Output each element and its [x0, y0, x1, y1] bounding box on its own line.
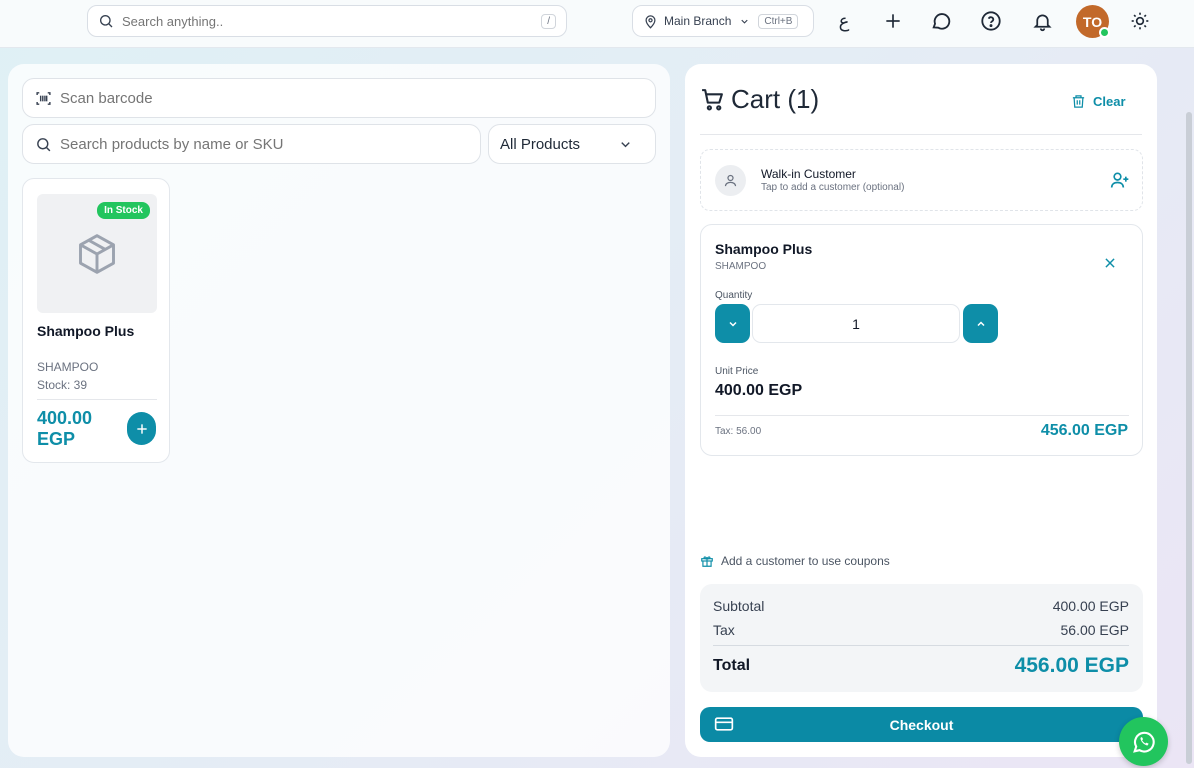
cart-panel: Cart (1) Clear Walk-in Customer Tap to a…	[685, 64, 1157, 757]
chevron-up-icon	[976, 320, 985, 326]
add-customer-button[interactable]	[1110, 170, 1130, 195]
user-avatar[interactable]: TO	[1076, 5, 1110, 38]
product-search-field[interactable]	[22, 124, 481, 164]
product-name: Shampoo Plus	[37, 323, 135, 339]
subtotal-label: Subtotal	[713, 598, 765, 614]
unit-price-value: 400.00 EGP	[715, 382, 803, 399]
branch-shortcut-hint: Ctrl+B	[758, 13, 799, 29]
clear-cart-label: Clear	[1093, 94, 1126, 109]
notifications-button[interactable]	[1029, 8, 1055, 34]
messages-button[interactable]	[928, 8, 954, 34]
product-filter-select[interactable]: All Products	[488, 124, 656, 164]
theme-toggle[interactable]	[1127, 8, 1153, 34]
tax-label: Tax	[713, 622, 735, 638]
subtotal-row: Subtotal 400.00 EGP	[713, 598, 1129, 614]
quantity-increase-button[interactable]	[963, 304, 998, 343]
quantity-input[interactable]	[752, 304, 960, 343]
product-card[interactable]: In Stock Shampoo Plus SHAMPOO Stock: 39 …	[22, 178, 170, 463]
divider	[715, 415, 1129, 416]
subtotal-value: 400.00 EGP	[1052, 598, 1129, 614]
search-icon	[100, 15, 113, 28]
plus-icon	[886, 14, 900, 28]
coupon-hint: Add a customer to use coupons	[700, 554, 890, 568]
credit-card-icon	[714, 717, 734, 731]
clear-cart-button[interactable]: Clear	[1071, 94, 1126, 109]
cart-item-total: 456.00 EGP	[1040, 422, 1128, 439]
search-shortcut-hint: /	[541, 13, 556, 29]
cart-header: Cart (1)	[700, 84, 819, 115]
avatar-initials: TO	[1082, 13, 1103, 30]
remove-item-button[interactable]	[1103, 256, 1117, 275]
cart-title: Cart (1)	[731, 84, 820, 114]
location-pin-icon	[645, 14, 656, 29]
global-search[interactable]: /	[87, 5, 567, 37]
cart-item-tax: Tax: 56.00	[715, 426, 762, 437]
tax-row: Tax 56.00 EGP	[713, 622, 1129, 638]
chevron-down-icon	[728, 321, 737, 327]
quantity-decrease-button[interactable]	[715, 304, 750, 343]
barcode-scan-field[interactable]	[22, 78, 656, 118]
whatsapp-icon	[1132, 731, 1155, 753]
search-icon	[37, 137, 51, 151]
barcode-input[interactable]	[60, 89, 655, 107]
product-price: 400.00 EGP	[37, 408, 93, 449]
help-button[interactable]	[978, 8, 1004, 34]
filter-selected-value: All Products	[500, 135, 581, 153]
cart-item-sku: SHAMPOO	[715, 261, 767, 272]
close-icon	[1105, 258, 1115, 268]
shopping-cart-icon	[702, 89, 723, 111]
total-label: Total	[713, 657, 751, 674]
products-panel: All Products In Stock Shampoo Plus SHAMP…	[8, 64, 670, 757]
language-toggle[interactable]: ع	[831, 8, 857, 34]
checkout-label: Checkout	[889, 716, 954, 733]
user-plus-icon	[1110, 172, 1129, 188]
add-to-cart-button[interactable]	[127, 412, 156, 445]
branch-selector[interactable]: Main Branch Ctrl+B	[632, 5, 814, 37]
tax-value: 56.00 EGP	[1060, 622, 1130, 638]
trash-icon	[1072, 95, 1085, 108]
product-stock: Stock: 39	[37, 378, 88, 392]
customer-name: Walk-in Customer	[761, 167, 856, 181]
barcode-scan-icon	[36, 91, 51, 105]
total-row: Total 456.00 EGP	[713, 654, 1129, 678]
divider	[37, 399, 157, 400]
coupon-hint-text: Add a customer to use coupons	[721, 554, 890, 568]
customer-hint: Tap to add a customer (optional)	[761, 182, 905, 193]
product-search-input[interactable]	[60, 135, 480, 153]
gift-icon	[701, 556, 713, 567]
cart-item-name: Shampoo Plus	[715, 241, 813, 257]
package-icon	[79, 233, 115, 274]
whatsapp-chat-button[interactable]	[1119, 717, 1168, 766]
chevron-down-icon	[621, 141, 630, 147]
customer-avatar	[715, 165, 746, 196]
sun-icon	[1131, 12, 1149, 30]
top-bar: / Main Branch Ctrl+B ع TO	[0, 0, 1194, 48]
customer-selector[interactable]: Walk-in Customer Tap to add a customer (…	[700, 149, 1143, 211]
cart-item: Shampoo Plus SHAMPOO Quantity Unit Price…	[700, 224, 1143, 456]
unit-price-label: Unit Price	[715, 366, 759, 377]
add-button[interactable]	[880, 8, 906, 34]
chevron-down-icon	[741, 19, 749, 24]
total-value: 456.00 EGP	[1014, 654, 1129, 677]
divider	[700, 134, 1142, 135]
user-icon	[724, 174, 737, 187]
product-sku: SHAMPOO	[37, 360, 99, 374]
quantity-label: Quantity	[715, 290, 753, 301]
order-summary: Subtotal 400.00 EGP Tax 56.00 EGP Total …	[700, 584, 1143, 692]
chat-bubble-icon	[932, 13, 951, 30]
divider	[713, 645, 1129, 646]
checkout-button[interactable]: Checkout	[700, 707, 1143, 742]
product-image-placeholder: In Stock	[37, 194, 157, 313]
online-status-dot	[1099, 27, 1110, 38]
page-scrollbar[interactable]	[1186, 112, 1192, 764]
branch-label: Main Branch	[664, 14, 732, 28]
bell-icon	[1032, 14, 1052, 31]
global-search-input[interactable]	[122, 13, 542, 29]
in-stock-badge: In Stock	[97, 202, 150, 219]
plus-icon	[136, 423, 147, 434]
help-circle-icon	[981, 11, 1001, 31]
